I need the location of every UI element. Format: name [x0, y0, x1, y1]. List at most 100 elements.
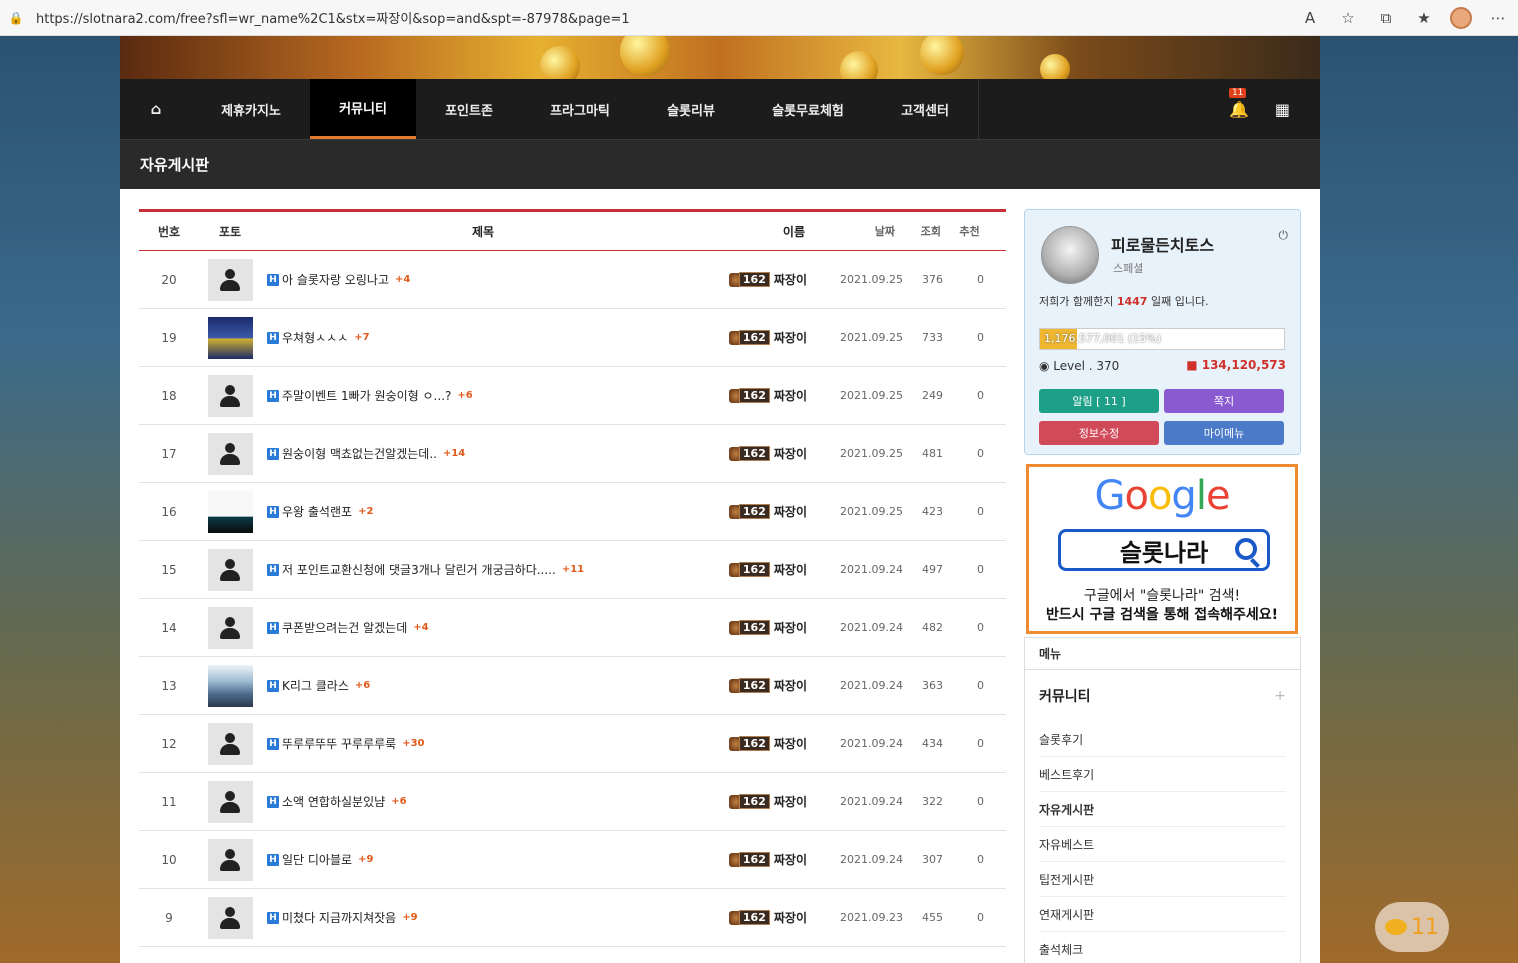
my-menu-button[interactable]: 마이메뉴 — [1164, 421, 1284, 445]
author-cell[interactable]: 162 짜장이 — [705, 677, 825, 694]
author-cell[interactable]: 162 짜장이 — [705, 561, 825, 578]
author-name[interactable]: 짜장이 — [774, 619, 807, 636]
reader-icon[interactable]: A — [1298, 6, 1322, 30]
post-thumbnail[interactable] — [207, 490, 253, 533]
home-icon[interactable]: ⌂ — [120, 79, 192, 139]
post-title[interactable]: 쿠폰받으려는건 알겠는데 — [282, 619, 407, 636]
menu-category-community[interactable]: 커뮤니티 + — [1025, 670, 1300, 722]
post-title[interactable]: K리그 클라스 — [282, 677, 349, 694]
post-thumbnail[interactable] — [207, 548, 253, 591]
nav-item-support[interactable]: 고객센터 — [872, 79, 978, 139]
post-title[interactable]: 주말이벤트 1빠가 원숭이형 ㅇ...? — [282, 387, 451, 404]
header-num[interactable]: 번호 — [139, 223, 199, 240]
author-name[interactable]: 짜장이 — [774, 677, 807, 694]
post-thumbnail[interactable] — [207, 664, 253, 707]
grid-menu-icon[interactable]: ▦ — [1275, 100, 1290, 119]
extensions-icon[interactable]: ⧉ — [1374, 6, 1398, 30]
menu-item[interactable]: 출석체크 — [1039, 932, 1286, 963]
more-icon[interactable]: ⋯ — [1486, 6, 1510, 30]
bell-icon[interactable]: 🔔 11 — [1228, 87, 1249, 119]
author-name[interactable]: 짜장이 — [774, 735, 807, 752]
author-cell[interactable]: 162 짜장이 — [705, 793, 825, 810]
nav-item-free-slot[interactable]: 슬롯무료체험 — [744, 79, 872, 139]
author-cell[interactable]: 162 짜장이 — [705, 329, 825, 346]
table-row[interactable]: 17 H 원숭이형 맥쵸없는건알겠는데.. +14 162 짜장이 2021.09.25 48… — [139, 425, 1006, 483]
menu-item[interactable]: 슬롯후기 — [1039, 722, 1286, 757]
menu-item[interactable]: 베스트후기 — [1039, 757, 1286, 792]
table-row[interactable]: 14 H 쿠폰받으려는건 알겠는데 +4 162 짜장이 2021.09.24 482 0 — [139, 599, 1006, 657]
post-title[interactable]: 우쳐형ㅅㅅㅅ — [282, 329, 348, 346]
nav-item-point-zone[interactable]: 포인트존 — [416, 79, 522, 139]
table-row[interactable]: 16 H 우왕 출석랜포 +2 162 짜장이 2021.09.25 423 0 — [139, 483, 1006, 541]
post-title[interactable]: 우왕 출석랜포 — [282, 503, 352, 520]
table-row[interactable]: 20 H 아 슬롯자랑 오링나고 +4 162 짜장이 2021.09.25 376 0 — [139, 251, 1006, 309]
author-name[interactable]: 짜장이 — [774, 329, 807, 346]
nav-item-pragmatic[interactable]: 프라그마틱 — [522, 79, 638, 139]
menu-item[interactable]: 연재게시판 — [1039, 897, 1286, 932]
author-cell[interactable]: 162 짜장이 — [705, 387, 825, 404]
post-title[interactable]: 미쳤다 지금까지쳐잣음 — [282, 909, 396, 926]
menu-item[interactable]: 자유베스트 — [1039, 827, 1286, 862]
table-row[interactable]: 13 H K리그 클라스 +6 162 짜장이 2021.09.24 363 0 — [139, 657, 1006, 715]
author-cell[interactable]: 162 짜장이 — [705, 735, 825, 752]
alarm-button[interactable]: 알림 [ 11 ] — [1039, 389, 1159, 413]
chat-float-button[interactable]: 11 — [1375, 902, 1449, 952]
table-row[interactable]: 10 H 일단 디아블로 +9 162 짜장이 2021.09.24 307 0 — [139, 831, 1006, 889]
post-title[interactable]: 소액 연합하실분있냠 — [282, 793, 385, 810]
nav-item-slot-review[interactable]: 슬롯리뷰 — [638, 79, 744, 139]
header-recommend[interactable]: 추천 — [945, 223, 994, 239]
favorite-icon[interactable]: ☆ — [1336, 6, 1360, 30]
post-thumbnail[interactable] — [207, 780, 253, 823]
nav-item-community[interactable]: 커뮤니티 — [310, 79, 416, 139]
nav-item-partner-casino[interactable]: 제휴카지노 — [192, 79, 310, 139]
google-search-banner[interactable]: Google 슬롯나라 구글에서 "슬롯나라" 검색! 반드시 구글 검색을 통… — [1026, 464, 1298, 634]
menu-item[interactable]: 팁전게시판 — [1039, 862, 1286, 897]
post-thumbnail[interactable] — [207, 374, 253, 417]
post-thumbnail[interactable] — [207, 258, 253, 301]
plus-icon[interactable]: + — [1274, 688, 1286, 704]
header-title[interactable]: 제목 — [261, 223, 705, 240]
author-cell[interactable]: 162 짜장이 — [705, 503, 825, 520]
edit-profile-button[interactable]: 정보수정 — [1039, 421, 1159, 445]
author-cell[interactable]: 162 짜장이 — [705, 445, 825, 462]
post-title[interactable]: 저 포인트교환신청에 댓글3개나 달린거 개궁금하다..... — [282, 561, 556, 578]
post-thumbnail[interactable] — [207, 722, 253, 765]
lock-icon[interactable]: 🔒 — [8, 10, 24, 26]
header-name[interactable]: 이름 — [705, 223, 805, 240]
post-thumbnail[interactable] — [207, 432, 253, 475]
author-name[interactable]: 짜장이 — [774, 387, 807, 404]
table-row[interactable]: 15 H 저 포인트교환신청에 댓글3개나 달린거 개궁금하다..... +11 162… — [139, 541, 1006, 599]
author-cell[interactable]: 162 짜장이 — [705, 619, 825, 636]
author-name[interactable]: 짜장이 — [774, 909, 807, 926]
author-name[interactable]: 짜장이 — [774, 271, 807, 288]
post-title[interactable]: 뚜루루뚜뚜 꾸루루루룩 — [282, 735, 396, 752]
menu-item[interactable]: 자유게시판 — [1039, 792, 1286, 827]
post-title[interactable]: 원숭이형 맥쵸없는건알겠는데.. — [282, 445, 437, 462]
table-row[interactable]: 19 H 우쳐형ㅅㅅㅅ +7 162 짜장이 2021.09.25 733 0 — [139, 309, 1006, 367]
avatar[interactable] — [1041, 226, 1099, 284]
address-bar[interactable]: https://slotnara2.com/free?sfl=wr_name%2… — [36, 8, 630, 27]
author-name[interactable]: 짜장이 — [774, 503, 807, 520]
author-name[interactable]: 짜장이 — [774, 561, 807, 578]
favorites-icon[interactable]: ★ — [1412, 6, 1436, 30]
post-thumbnail[interactable] — [207, 606, 253, 649]
header-views[interactable]: 조회 — [905, 223, 945, 239]
post-thumbnail[interactable] — [207, 896, 253, 939]
author-name[interactable]: 짜장이 — [774, 851, 807, 868]
table-row[interactable]: 18 H 주말이벤트 1빠가 원숭이형 ㅇ...? +6 162 짜장이 2021.09.2… — [139, 367, 1006, 425]
table-row[interactable]: 11 H 소액 연합하실분있냠 +6 162 짜장이 2021.09.24 322 0 — [139, 773, 1006, 831]
profile-icon[interactable] — [1450, 7, 1472, 29]
author-name[interactable]: 짜장이 — [774, 445, 807, 462]
author-cell[interactable]: 162 짜장이 — [705, 851, 825, 868]
memo-button[interactable]: 쪽지 — [1164, 389, 1284, 413]
post-thumbnail[interactable] — [207, 316, 253, 359]
table-row[interactable]: 12 H 뚜루루뚜뚜 꾸루루루룩 +30 162 짜장이 2021.09.24 434 0 — [139, 715, 1006, 773]
post-title[interactable]: 아 슬롯자랑 오링나고 — [282, 271, 389, 288]
author-name[interactable]: 짜장이 — [774, 793, 807, 810]
table-row[interactable]: 9 H 미쳤다 지금까지쳐잣음 +9 162 짜장이 2021.09.23 455 0 — [139, 889, 1006, 947]
author-cell[interactable]: 162 짜장이 — [705, 909, 825, 926]
post-thumbnail[interactable] — [207, 838, 253, 881]
post-title[interactable]: 일단 디아블로 — [282, 851, 352, 868]
power-icon[interactable]: ⏻ — [1279, 228, 1289, 243]
header-date[interactable]: 날짜 — [805, 223, 905, 239]
